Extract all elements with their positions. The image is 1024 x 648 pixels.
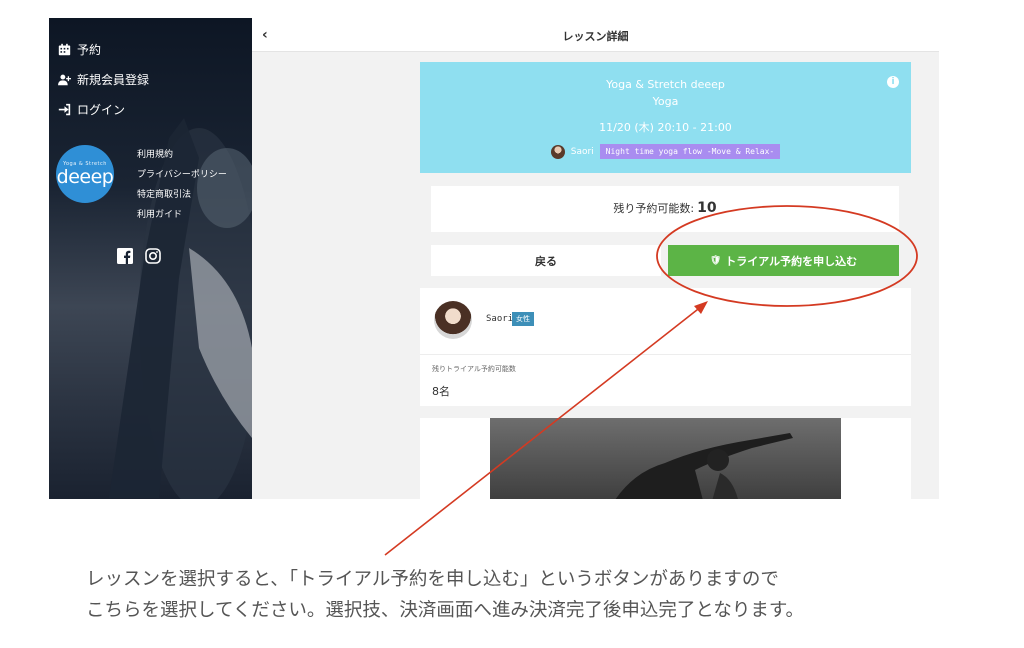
instructor-mini-avatar [550, 144, 565, 159]
shield-icon: 🛡︎ [709, 255, 722, 266]
logo-word: deeep [56, 166, 114, 188]
caption-line-1: レッスンを選択すると、「トライアル予約を申し込む」というボタンがありますので [86, 569, 779, 590]
info-icon[interactable]: i [887, 76, 899, 88]
annotation-caption: レッスンを選択すると、「トライアル予約を申し込む」というボタンがありますので こ… [86, 564, 1006, 626]
sidebar-links: 利用規約 プライバシーポリシー 特定商取引法 利用ガイド [137, 145, 227, 225]
instructor-card-name[interactable]: Saori [486, 314, 513, 324]
facebook-icon[interactable] [117, 248, 133, 264]
lesson-category: Yoga [652, 95, 679, 108]
nav-item-label: 予約 [77, 42, 102, 57]
lesson-datetime: 11/20 (木) 20:10 - 21:00 [599, 121, 732, 134]
deeep-logo[interactable]: Yoga & Stretch deeep [56, 145, 114, 203]
yoga-pose-silhouette [615, 433, 793, 499]
main-content: ‹ レッスン詳細 Yoga & Stretch deeep Yoga 11/20… [252, 18, 939, 499]
studio-name: Yoga & Stretch deeep [606, 78, 725, 91]
sidebar-nav: 予約 新規会員登録 ログイン [58, 34, 149, 124]
availability-text: 残り予約可能数: 10 [431, 200, 899, 216]
link-privacy-policy[interactable]: プライバシーポリシー [137, 165, 227, 185]
trial-reserve-button[interactable]: 🛡︎ トライアル予約を申し込む [668, 245, 899, 276]
availability-card: 残り予約可能数: 10 [431, 186, 899, 232]
lesson-banner: Yoga & Stretch deeep Yoga 11/20 (木) 20:1… [420, 62, 911, 173]
user-plus-icon [58, 74, 71, 85]
nav-item-login[interactable]: ログイン [58, 94, 149, 124]
link-usage-guide[interactable]: 利用ガイド [137, 205, 227, 225]
logo-tagline: Yoga & Stretch [63, 161, 107, 167]
back-button[interactable]: 戻る [431, 245, 661, 276]
page-title: レッスン詳細 [562, 30, 629, 43]
trial-remaining-value: 8名 [432, 385, 450, 398]
trial-remaining-label: 残りトライアル予約可能数 [432, 365, 516, 373]
link-commercial-transactions[interactable]: 特定商取引法 [137, 185, 227, 205]
nav-item-label: 新規会員登録 [77, 72, 150, 87]
calendar-icon [58, 43, 71, 55]
social-links [117, 248, 161, 264]
nav-item-label: ログイン [77, 102, 126, 117]
instagram-icon[interactable] [145, 248, 161, 264]
nav-item-register[interactable]: 新規会員登録 [58, 64, 149, 94]
instructor-name: Saori [570, 146, 594, 157]
program-tag: Night time yoga flow -Move & Relax- [599, 144, 781, 159]
instructor-avatar[interactable] [434, 301, 472, 339]
lesson-photo-card [420, 418, 911, 499]
nav-item-reservation[interactable]: 予約 [58, 34, 149, 64]
availability-count: 10 [697, 200, 717, 216]
app-screenshot: 予約 新規会員登録 ログイン Yoga & Stretch deeep 利用規約… [49, 18, 939, 499]
sign-in-icon [58, 103, 71, 115]
card-divider [420, 354, 911, 355]
caption-line-2: こちらを選択してください。選択技、決済画面へ進み決済完了後申込完了となります。 [86, 600, 804, 621]
lesson-instructor-row: Saori Night time yoga flow -Move & Relax… [420, 144, 911, 159]
instructor-card: Saori 女性 残りトライアル予約可能数 8名 [420, 288, 911, 406]
header-bar: ‹ レッスン詳細 [252, 18, 939, 52]
availability-label: 残り予約可能数: [613, 202, 695, 215]
link-terms[interactable]: 利用規約 [137, 145, 227, 165]
sidebar: 予約 新規会員登録 ログイン Yoga & Stretch deeep 利用規約… [49, 18, 252, 499]
trial-reserve-label: トライアル予約を申し込む [725, 254, 858, 268]
lesson-photo [490, 418, 841, 499]
gender-badge: 女性 [512, 312, 534, 326]
